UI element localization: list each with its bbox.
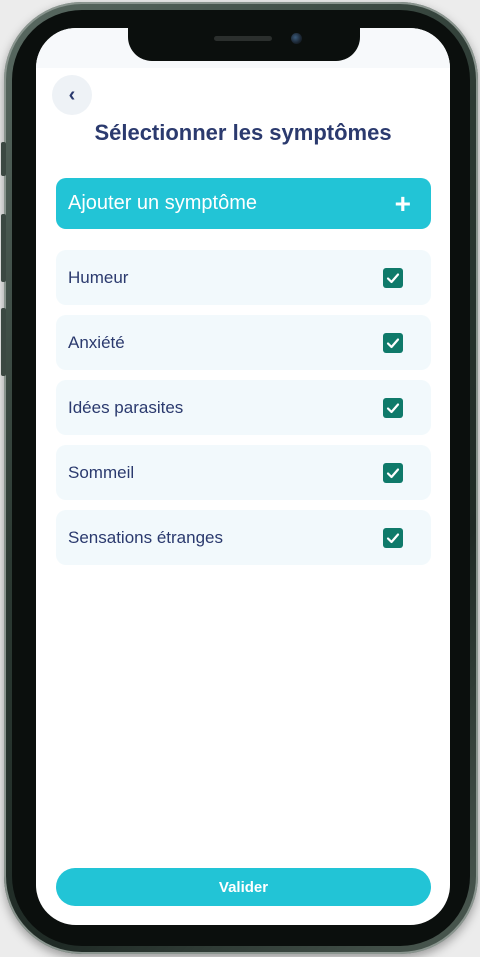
- symptom-label: Sommeil: [68, 462, 135, 482]
- checkmark-icon: [386, 467, 400, 478]
- symptom-item-sommeil[interactable]: Sommeil: [56, 445, 431, 500]
- mute-switch: [1, 142, 6, 176]
- checkmark-icon: [386, 337, 400, 348]
- volume-down-button: [1, 308, 6, 376]
- symptom-label: Anxiété: [68, 332, 125, 352]
- add-symptom-label: Ajouter un symptôme: [68, 192, 257, 214]
- checkbox-checked[interactable]: [383, 267, 403, 288]
- chevron-left-icon: ‹: [68, 83, 76, 106]
- speaker-grille: [214, 36, 272, 41]
- checkbox-checked[interactable]: [383, 527, 403, 548]
- checkmark-icon: [386, 532, 400, 543]
- symptom-list: Humeur Anxiété Idées parasites Sommeil S…: [56, 250, 431, 575]
- add-symptom-button[interactable]: Ajouter un symptôme +: [56, 178, 431, 229]
- checkbox-checked[interactable]: [383, 332, 403, 353]
- symptom-label: Humeur: [68, 267, 129, 287]
- symptom-item-idees-parasites[interactable]: Idées parasites: [56, 380, 431, 435]
- plus-icon: +: [394, 187, 411, 219]
- checkbox-checked[interactable]: [383, 397, 403, 418]
- validate-label: Valider: [218, 878, 269, 896]
- symptom-label: Idées parasites: [68, 397, 184, 417]
- symptom-item-humeur[interactable]: Humeur: [56, 250, 431, 305]
- back-button[interactable]: ‹: [52, 75, 92, 115]
- validate-button[interactable]: Valider: [56, 868, 431, 906]
- page-title: Sélectionner les symptômes: [94, 120, 392, 145]
- checkmark-icon: [386, 402, 400, 413]
- app-screen: ‹ Sélectionner les symptômes Ajouter un …: [36, 28, 450, 925]
- symptom-item-anxiete[interactable]: Anxiété: [56, 315, 431, 370]
- checkbox-checked[interactable]: [383, 462, 403, 483]
- front-camera: [291, 33, 302, 44]
- notch: [128, 28, 360, 61]
- symptom-label: Sensations étranges: [68, 527, 223, 547]
- symptom-item-sensations-etranges[interactable]: Sensations étranges: [56, 510, 431, 565]
- checkmark-icon: [386, 272, 400, 283]
- volume-up-button: [1, 214, 6, 282]
